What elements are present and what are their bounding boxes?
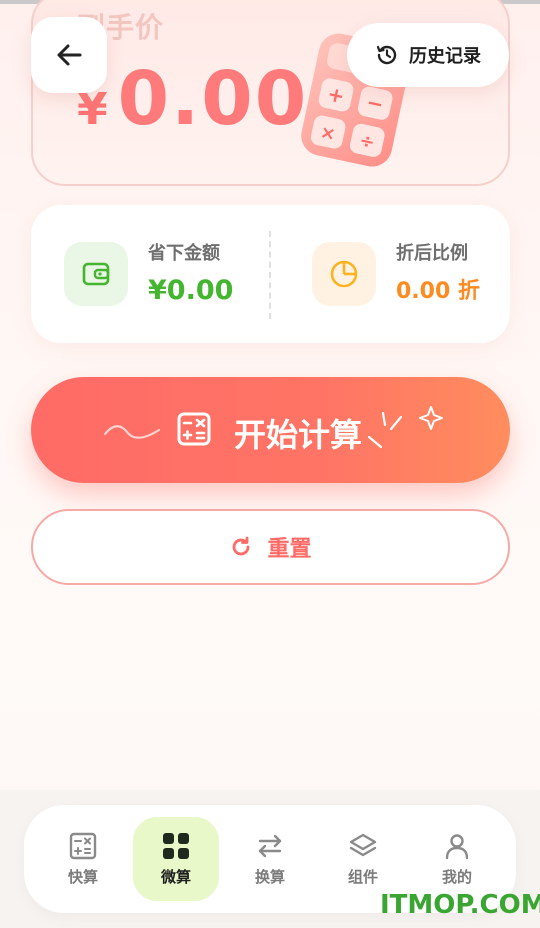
calculator-icon [177, 412, 211, 446]
price-amount: 0.00 [117, 56, 309, 142]
history-label: 历史记录 [409, 46, 481, 67]
back-button[interactable] [31, 17, 107, 93]
nav-label-micro: 微算 [160, 867, 191, 886]
calculator-icon [69, 832, 97, 859]
nav-label-mine: 我的 [441, 867, 472, 886]
pie-icon-box [312, 242, 376, 306]
wallet-icon-box [64, 242, 128, 306]
history-button[interactable]: 历史记录 [347, 23, 509, 87]
watermark: ITMOP.COM [380, 890, 540, 920]
start-calculate-button[interactable]: 开始计算 [31, 377, 510, 483]
nav-label-convert: 换算 [254, 867, 285, 886]
stats-card: 省下金额 ¥0.00 折后比例 0.00 折 [31, 205, 510, 343]
arrow-left-icon [57, 44, 82, 66]
layers-icon [349, 833, 377, 856]
nav-item-mine[interactable]: 我的 [414, 817, 500, 901]
nav-label-quick: 快算 [67, 867, 98, 886]
grid-icon [163, 832, 189, 859]
nav-item-convert[interactable]: 换算 [227, 817, 313, 901]
discount-ratio-value: 0.00 折 [396, 279, 480, 304]
discount-ratio-stat: 折后比例 0.00 折 [312, 205, 480, 343]
saved-amount-title: 省下金额 [148, 242, 220, 264]
nav-item-quick[interactable]: 快算 [40, 817, 126, 901]
price-value: ¥ 0.00 [77, 56, 308, 142]
wallet-icon [82, 262, 110, 286]
discount-ratio-title: 折后比例 [396, 243, 468, 264]
pie-chart-icon [330, 260, 358, 288]
wave-decoration-icon [103, 425, 161, 439]
swap-icon [258, 834, 282, 857]
nav-item-micro[interactable]: 微算 [133, 817, 219, 901]
nav-item-components[interactable]: 组件 [320, 817, 406, 901]
saved-amount-stat: 省下金额 ¥0.00 [64, 205, 233, 343]
saved-amount-value: ¥0.00 [148, 274, 234, 306]
refresh-icon [233, 536, 250, 556]
sparkle-icon [367, 406, 443, 449]
stats-divider [269, 231, 271, 319]
user-icon [445, 833, 469, 859]
reset-button[interactable]: 重置 [31, 509, 510, 585]
history-clock-icon [376, 45, 397, 65]
reset-label: 重置 [267, 537, 312, 562]
nav-label-components: 组件 [347, 867, 378, 886]
start-calculate-label: 开始计算 [234, 416, 363, 454]
